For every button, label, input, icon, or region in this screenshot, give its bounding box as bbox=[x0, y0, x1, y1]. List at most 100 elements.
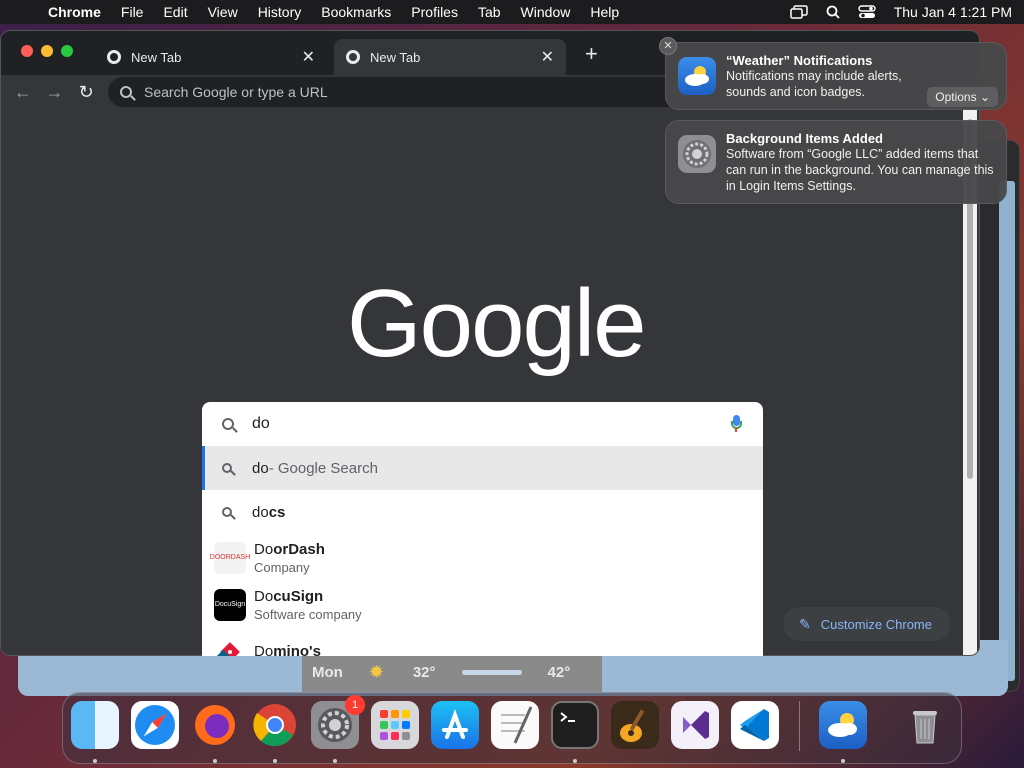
notification-badge: 1 bbox=[345, 695, 365, 715]
doordash-logo-icon: DOORDASH bbox=[210, 541, 250, 574]
running-indicator bbox=[333, 759, 337, 763]
running-indicator bbox=[841, 759, 845, 763]
minimize-window-button[interactable] bbox=[41, 45, 53, 57]
menu-window[interactable]: Window bbox=[511, 4, 581, 20]
entity-subtitle: Software company bbox=[254, 606, 362, 622]
microphone-icon[interactable] bbox=[731, 415, 742, 433]
tab-new-tab-1[interactable]: New Tab ✕ bbox=[95, 39, 327, 75]
running-indicator bbox=[273, 759, 277, 763]
running-indicator bbox=[93, 759, 97, 763]
system-settings-icon[interactable]: 1 bbox=[311, 695, 365, 749]
menu-app-name[interactable]: Chrome bbox=[38, 4, 111, 20]
search-query: do bbox=[252, 415, 270, 432]
customize-chrome-button[interactable]: ✎ Customize Chrome bbox=[783, 607, 951, 641]
tab-close-icon[interactable]: ✕ bbox=[541, 47, 554, 67]
suggestion-docusign[interactable]: DocuSign DocuSign Software company bbox=[202, 581, 763, 628]
entity-rest: cuSign bbox=[273, 587, 324, 605]
entity-subtitle: Company bbox=[254, 559, 310, 575]
search-icon bbox=[222, 507, 232, 517]
tab-title: New Tab bbox=[370, 49, 421, 65]
reload-icon[interactable]: ↻ bbox=[70, 82, 102, 103]
app-store-icon[interactable] bbox=[431, 701, 479, 749]
background-window-strip bbox=[999, 181, 1015, 681]
suggestion-doordash[interactable]: DOORDASH DoorDash Company bbox=[202, 534, 763, 581]
launchpad-icon[interactable] bbox=[371, 701, 419, 749]
entity-typed: Do bbox=[254, 643, 274, 656]
tab-close-icon[interactable]: ✕ bbox=[302, 47, 315, 67]
system-settings-gear-icon bbox=[678, 135, 716, 173]
terminal-icon[interactable] bbox=[551, 701, 599, 749]
pencil-icon: ✎ bbox=[799, 615, 811, 632]
new-tab-plus-icon[interactable]: + bbox=[585, 43, 598, 65]
google-logo: Google bbox=[347, 270, 647, 377]
visual-studio-icon[interactable] bbox=[671, 701, 719, 749]
search-input[interactable]: do bbox=[202, 402, 763, 446]
forecast-day: Mon bbox=[312, 663, 343, 681]
notification-close-icon[interactable]: ✕ bbox=[659, 37, 677, 55]
textedit-icon[interactable] bbox=[491, 701, 539, 749]
temperature-range-bar bbox=[461, 669, 522, 675]
notification-title: Background Items Added bbox=[726, 131, 883, 146]
menu-view[interactable]: View bbox=[198, 4, 248, 20]
notification-body: Notifications may include alerts, sounds… bbox=[726, 69, 902, 99]
weather-icon[interactable] bbox=[819, 701, 867, 749]
suggestion-rest: cs bbox=[268, 503, 286, 521]
menu-bar: Chrome File Edit View History Bookmarks … bbox=[0, 0, 1024, 24]
suggestion-google-search[interactable]: do - Google Search bbox=[202, 446, 763, 490]
forward-arrow-icon[interactable]: → bbox=[39, 82, 71, 103]
close-window-button[interactable] bbox=[21, 45, 33, 57]
suggestion-typed: do bbox=[252, 459, 269, 477]
running-indicator bbox=[213, 759, 217, 763]
dock-separator bbox=[799, 701, 800, 751]
dock: 1 bbox=[62, 692, 962, 764]
tab-title: New Tab bbox=[131, 49, 182, 65]
suggestion-docs[interactable]: do cs bbox=[202, 490, 763, 534]
dominos-logo-icon bbox=[214, 635, 246, 656]
menu-edit[interactable]: Edit bbox=[153, 4, 197, 20]
visual-studio-code-icon[interactable] bbox=[731, 701, 779, 749]
background-items-notification[interactable]: Background Items Added Software from “Go… bbox=[665, 120, 1007, 204]
menu-clock[interactable]: Thu Jan 4 1:21 PM bbox=[894, 4, 1012, 20]
menu-profiles[interactable]: Profiles bbox=[401, 4, 468, 20]
menu-history[interactable]: History bbox=[248, 4, 312, 20]
entity-rest: orDash bbox=[273, 540, 325, 558]
docusign-logo-icon: DocuSign bbox=[214, 588, 246, 621]
weather-forecast-row: Mon ✹ 32° 42° bbox=[302, 652, 602, 692]
notification-body: Software from “Google LLC” added items t… bbox=[726, 147, 994, 193]
finder-icon[interactable] bbox=[71, 701, 119, 749]
menu-tab[interactable]: Tab bbox=[468, 4, 511, 20]
tab-new-tab-2[interactable]: New Tab ✕ bbox=[334, 39, 566, 75]
spotlight-search-icon[interactable] bbox=[826, 5, 840, 19]
zoom-window-button[interactable] bbox=[61, 45, 73, 57]
search-icon bbox=[120, 86, 133, 98]
forecast-high: 42° bbox=[547, 663, 571, 681]
weather-notification[interactable]: “Weather” Notifications Notifications ma… bbox=[665, 42, 1007, 110]
garageband-icon[interactable] bbox=[611, 701, 659, 749]
entity-typed: Do bbox=[254, 540, 274, 558]
search-icon bbox=[222, 418, 234, 430]
screen-mirroring-icon[interactable] bbox=[789, 5, 808, 19]
menu-file[interactable]: File bbox=[111, 4, 154, 20]
firefox-icon[interactable] bbox=[191, 701, 239, 749]
control-center-icon[interactable] bbox=[858, 5, 876, 19]
trash-icon[interactable] bbox=[901, 701, 949, 749]
chrome-favicon-icon bbox=[346, 50, 360, 64]
google-chrome-icon[interactable] bbox=[251, 701, 299, 749]
suggestion-rest: - Google Search bbox=[268, 459, 378, 477]
back-arrow-icon[interactable]: ← bbox=[7, 82, 39, 103]
safari-icon[interactable] bbox=[131, 701, 179, 749]
omnibox-placeholder: Search Google or type a URL bbox=[144, 84, 328, 100]
notification-options-button[interactable]: Options ⌄ bbox=[927, 87, 998, 107]
forecast-low: 32° bbox=[412, 663, 436, 681]
running-indicator bbox=[573, 759, 577, 763]
sun-icon: ✹ bbox=[368, 662, 384, 682]
menu-help[interactable]: Help bbox=[580, 4, 629, 20]
suggestion-dominos[interactable]: Domino's bbox=[202, 628, 763, 656]
weather-app-icon bbox=[678, 57, 716, 95]
menu-bookmarks[interactable]: Bookmarks bbox=[311, 4, 401, 20]
chrome-favicon-icon bbox=[107, 50, 121, 64]
suggestion-typed: do bbox=[252, 503, 269, 521]
notification-title: “Weather” Notifications bbox=[726, 53, 873, 68]
search-icon bbox=[222, 463, 232, 473]
search-suggestions-dropdown: do do - Google Search do cs DOORDASH Door… bbox=[202, 402, 763, 656]
